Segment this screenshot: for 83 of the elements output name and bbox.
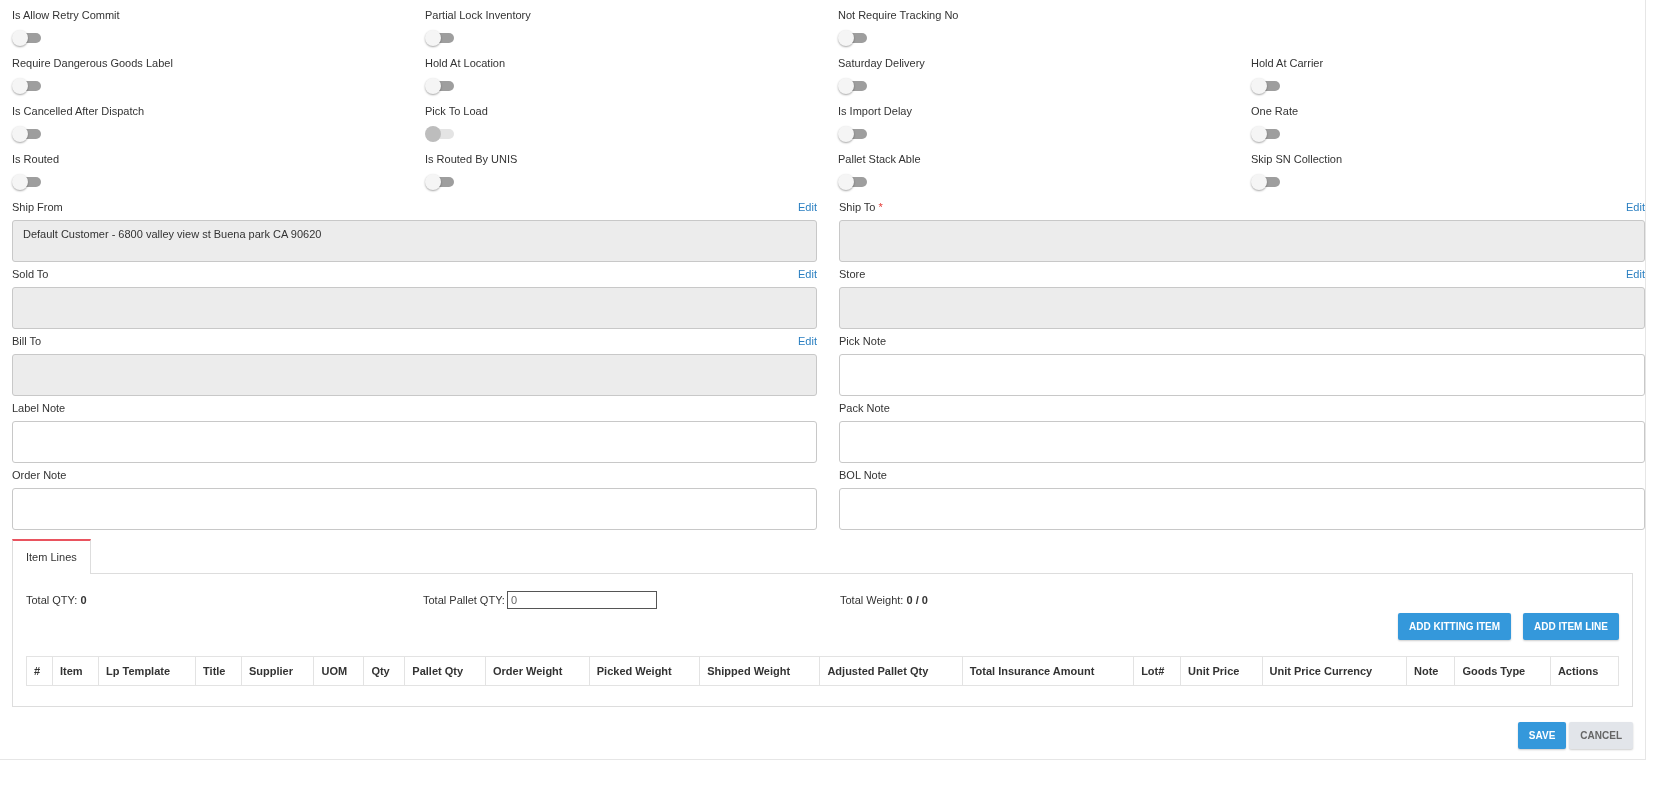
note-field[interactable] xyxy=(12,421,817,463)
field-label: Sold To xyxy=(12,268,49,280)
total-pallet-qty-input[interactable]: 0 xyxy=(506,591,657,609)
toggle-switch[interactable] xyxy=(12,30,42,46)
address-field[interactable]: Default Customer - 6800 valley view st Buena park CA 90620 xyxy=(12,220,817,262)
total-weight: Total Weight: 0 / 0 xyxy=(840,594,929,606)
field-label: Order Note xyxy=(12,469,67,481)
column-header: Title xyxy=(195,656,242,686)
toggle-label: Hold At Carrier xyxy=(1251,57,1324,69)
toggle-label: One Rate xyxy=(1251,105,1299,117)
column-header: Qty xyxy=(363,656,405,686)
field-label: Label Note xyxy=(12,402,66,414)
note-field[interactable] xyxy=(839,488,1645,530)
toggle-label: Not Require Tracking No xyxy=(838,9,959,21)
column-header: Item xyxy=(52,656,99,686)
total-pallet-qty-label: Total Pallet QTY: xyxy=(423,594,505,606)
edit-link[interactable]: Edit xyxy=(1626,201,1645,213)
toggle-switch[interactable] xyxy=(838,78,868,94)
add-button[interactable]: ADD KITTING ITEM xyxy=(1398,613,1512,640)
column-header: Supplier xyxy=(241,656,314,686)
address-field[interactable] xyxy=(12,287,817,329)
toggle-label: Skip SN Collection xyxy=(1251,153,1343,165)
address-field[interactable] xyxy=(839,220,1645,262)
save-button[interactable]: SAVE xyxy=(1517,722,1567,749)
toggle-switch[interactable] xyxy=(12,78,42,94)
column-header: UOM xyxy=(313,656,364,686)
cancel-button[interactable]: CANCEL xyxy=(1569,722,1633,749)
column-header: Total Insurance Amount xyxy=(962,656,1134,686)
edit-link[interactable]: Edit xyxy=(798,201,817,213)
column-header: Note xyxy=(1406,656,1455,686)
column-header: # xyxy=(26,656,53,686)
toggle-switch[interactable] xyxy=(425,78,455,94)
toggle-label: Is Cancelled After Dispatch xyxy=(12,105,145,117)
address-field[interactable] xyxy=(839,287,1645,329)
note-field[interactable] xyxy=(12,488,817,530)
toggle-switch[interactable] xyxy=(1251,126,1281,142)
column-header: Unit Price xyxy=(1180,656,1263,686)
toggle-label: Hold At Location xyxy=(425,57,506,69)
field-label: Store xyxy=(839,268,866,280)
toggle-switch[interactable] xyxy=(838,174,868,190)
column-header: Adjusted Pallet Qty xyxy=(819,656,963,686)
toggle-switch[interactable] xyxy=(838,126,868,142)
total-qty: Total QTY: 0 xyxy=(26,594,88,606)
toggle-label: Partial Lock Inventory xyxy=(425,9,531,21)
column-header: Order Weight xyxy=(485,656,590,686)
toggle-switch[interactable] xyxy=(838,30,868,46)
column-header: Unit Price Currency xyxy=(1262,656,1407,686)
toggle-label: Pallet Stack Able xyxy=(838,153,921,165)
toggle-switch[interactable] xyxy=(1251,174,1281,190)
column-header: Shipped Weight xyxy=(699,656,820,686)
toggle-label: Is Routed xyxy=(12,153,60,165)
address-field[interactable] xyxy=(12,354,817,396)
add-button[interactable]: ADD ITEM LINE xyxy=(1523,613,1619,640)
required-mark: * xyxy=(878,201,883,213)
toggle-switch[interactable] xyxy=(425,174,455,190)
field-label: BOL Note xyxy=(839,469,887,481)
note-field[interactable] xyxy=(839,354,1645,396)
toggle-switch[interactable] xyxy=(1251,78,1281,94)
toggle-label: Is Allow Retry Commit xyxy=(12,9,120,21)
tab[interactable]: Item Lines xyxy=(12,539,91,574)
toggle-label: Pick To Load xyxy=(425,105,488,117)
edit-link[interactable]: Edit xyxy=(1626,268,1645,280)
toggle-label: Is Routed By UNIS xyxy=(425,153,518,165)
column-header: Goods Type xyxy=(1454,656,1551,686)
toggle-label: Is Import Delay xyxy=(838,105,912,117)
column-header: Pallet Qty xyxy=(404,656,486,686)
column-header: Lp Template xyxy=(98,656,196,686)
field-label: Pick Note xyxy=(839,335,887,347)
toggle-switch[interactable] xyxy=(12,174,42,190)
field-label: Ship From xyxy=(12,201,63,213)
column-header: Lot# xyxy=(1133,656,1181,686)
edit-link[interactable]: Edit xyxy=(798,268,817,280)
column-header: Picked Weight xyxy=(589,656,700,686)
toggle-switch[interactable] xyxy=(12,126,42,142)
toggle-label: Saturday Delivery xyxy=(838,57,925,69)
toggle-label: Require Dangerous Goods Label xyxy=(12,57,173,69)
field-label: Ship To * xyxy=(839,201,883,213)
field-label: Pack Note xyxy=(839,402,890,414)
edit-link[interactable]: Edit xyxy=(798,335,817,347)
column-header: Actions xyxy=(1550,656,1619,686)
toggle-switch[interactable] xyxy=(425,30,455,46)
note-field[interactable] xyxy=(839,421,1645,463)
field-label: Bill To xyxy=(12,335,42,347)
